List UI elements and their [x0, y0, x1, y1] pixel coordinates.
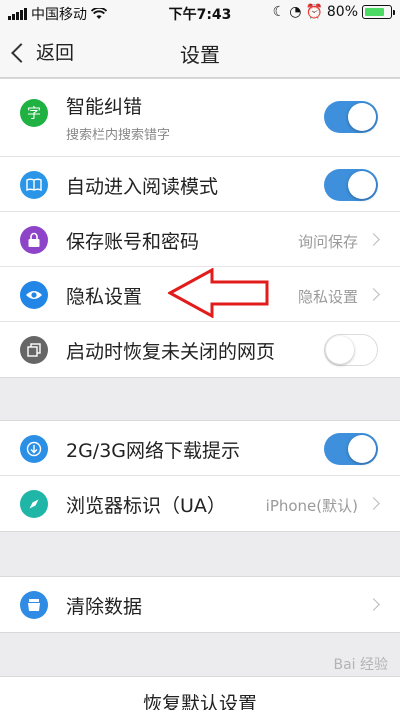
eye-icon — [20, 281, 48, 309]
setting-title: 保存账号和密码 — [66, 231, 200, 253]
setting-title: 隐私设置 — [66, 286, 143, 308]
smart-correction-toggle[interactable] — [324, 101, 378, 133]
lock-icon — [20, 226, 48, 254]
setting-row-reading-mode[interactable]: 自动进入阅读模式 — [0, 157, 400, 212]
battery-fill — [365, 8, 385, 16]
battery-percent: 80% — [326, 4, 358, 20]
settings-group-general: 字 智能纠错 搜索栏内搜索错字 自动进入阅读模式 保存账号和密码 询问保存 隐私… — [0, 78, 400, 378]
setting-row-clear-data[interactable]: 清除数据 — [0, 577, 400, 632]
setting-value: iPhone(默认) — [265, 497, 358, 515]
window-icon — [20, 336, 48, 364]
compass-icon — [20, 490, 48, 518]
setting-row-save-password[interactable]: 保存账号和密码 询问保存 — [0, 212, 400, 267]
setting-row-download-prompt[interactable]: 2G/3G网络下载提示 — [0, 421, 400, 476]
watermark: Bai 经验 — [333, 657, 388, 673]
broom-icon — [20, 591, 48, 619]
chevron-right-icon — [367, 598, 380, 611]
setting-value: 询问保存 — [297, 233, 358, 251]
settings-group-network: 2G/3G网络下载提示 浏览器标识（UA） iPhone(默认) — [0, 420, 400, 532]
page-title: 设置 — [180, 43, 220, 67]
zi-icon: 字 — [20, 99, 48, 127]
chevron-right-icon — [367, 497, 380, 510]
chevron-right-icon — [367, 233, 380, 246]
setting-title: 智能纠错 — [66, 96, 143, 118]
chevron-right-icon — [367, 288, 380, 301]
setting-row-restore-tabs[interactable]: 启动时恢复未关闭的网页 — [0, 322, 400, 377]
setting-title: 清除数据 — [66, 596, 143, 618]
setting-row-smart-correction[interactable]: 字 智能纠错 搜索栏内搜索错字 — [0, 79, 400, 157]
book-icon — [20, 171, 48, 199]
orientation-lock-icon: ◔ — [289, 4, 302, 20]
setting-title: 2G/3G网络下载提示 — [66, 440, 241, 462]
setting-title: 启动时恢复未关闭的网页 — [66, 341, 276, 363]
alarm-icon: ⏰ — [305, 4, 323, 20]
navigation-bar: 返回 设置 — [0, 26, 400, 78]
download-prompt-toggle[interactable] — [324, 433, 378, 465]
status-bar: 中国移动 下午7:43 ☾ ◔ ⏰ 80% — [0, 0, 400, 26]
settings-group-data: 清除数据 — [0, 576, 400, 633]
reset-defaults-button[interactable]: 恢复默认设置 — [0, 676, 400, 710]
annotation-arrow-icon — [168, 268, 269, 318]
reading-mode-toggle[interactable] — [324, 169, 378, 201]
setting-value: 隐私设置 — [297, 288, 358, 306]
setting-subtitle: 搜索栏内搜索错字 — [66, 128, 171, 143]
moon-icon: ☾ — [272, 4, 286, 20]
setting-row-user-agent[interactable]: 浏览器标识（UA） iPhone(默认) — [0, 476, 400, 531]
restore-tabs-toggle[interactable] — [324, 334, 378, 366]
setting-title: 自动进入阅读模式 — [66, 176, 219, 198]
setting-title: 浏览器标识（UA） — [66, 495, 226, 517]
battery-icon — [362, 5, 395, 19]
download-icon — [20, 435, 48, 463]
